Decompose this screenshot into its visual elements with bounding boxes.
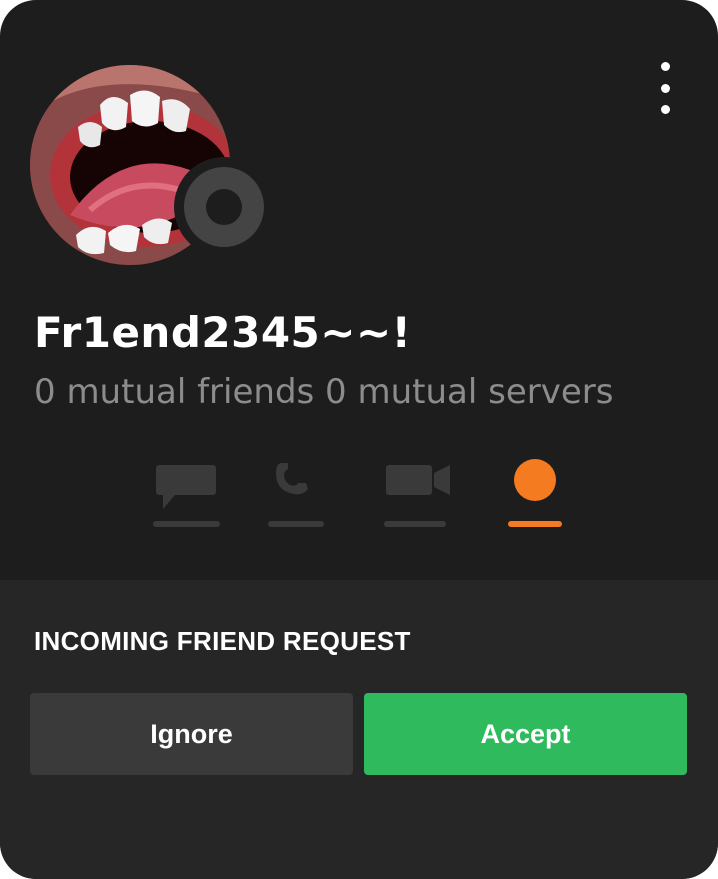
ignore-button[interactable]: Ignore — [30, 693, 353, 775]
phone-icon — [276, 463, 308, 495]
video-underline — [384, 521, 446, 527]
status-ring — [174, 157, 274, 257]
friend-request-panel: INCOMING FRIEND REQUEST Ignore Accept — [0, 580, 718, 879]
call-underline — [268, 521, 324, 527]
profile-card: Fr1end2345~~! 0 mutual friends 0 mutual … — [0, 0, 718, 879]
status-underline — [508, 521, 562, 527]
chat-bubble-icon — [156, 465, 216, 509]
video-camera-icon — [386, 465, 450, 495]
video-button[interactable] — [384, 455, 450, 527]
mutual-info[interactable]: 0 mutual friends 0 mutual servers — [34, 372, 613, 412]
menu-dot — [660, 83, 670, 93]
menu-dot — [660, 62, 670, 71]
avatar-container[interactable] — [30, 65, 274, 265]
status-tab[interactable] — [508, 455, 562, 527]
message-button[interactable] — [153, 455, 220, 527]
orange-dot-icon — [514, 459, 556, 501]
request-title: INCOMING FRIEND REQUEST — [34, 626, 411, 656]
menu-dot — [660, 105, 670, 114]
call-button[interactable] — [268, 455, 324, 527]
message-underline — [153, 521, 220, 527]
username: Fr1end2345~~! — [34, 308, 412, 357]
more-options-button[interactable] — [648, 58, 682, 118]
accept-button[interactable]: Accept — [364, 693, 687, 775]
offline-status-icon — [184, 167, 264, 247]
action-row — [0, 455, 718, 535]
